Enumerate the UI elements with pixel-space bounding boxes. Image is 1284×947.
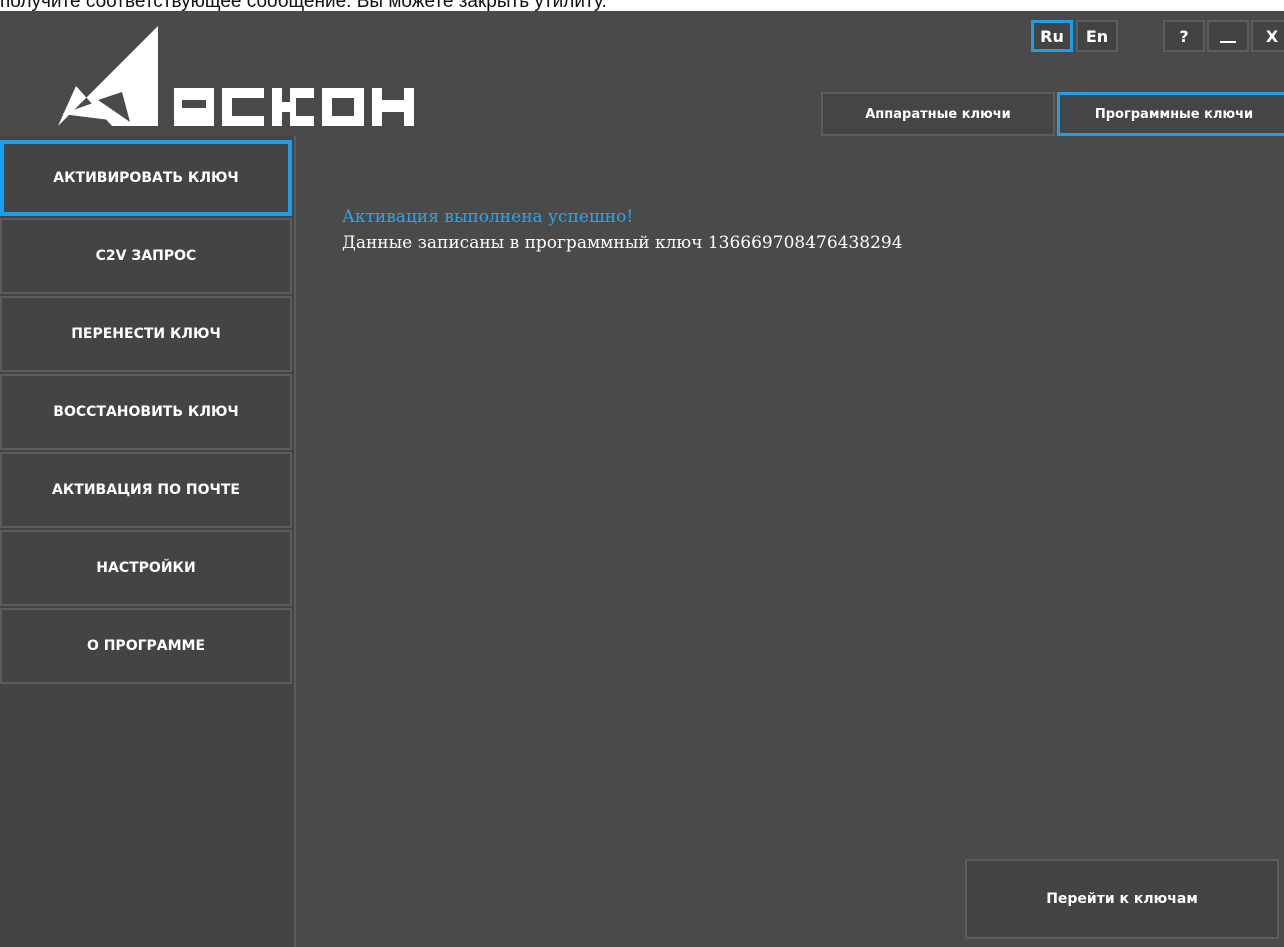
sidebar-item-restore-key[interactable]: ВОССТАНОВИТЬ КЛЮЧ [0, 374, 292, 450]
lang-en-button[interactable]: En [1076, 20, 1118, 52]
help-button[interactable]: ? [1163, 20, 1205, 52]
detail-message: Данные записаны в программный ключ 13666… [342, 233, 903, 253]
minimize-button[interactable] [1207, 20, 1249, 52]
main-content: Активация выполнена успешно! Данные запи… [296, 136, 1284, 947]
sidebar-item-mail-activation[interactable]: АКТИВАЦИЯ ПО ПОЧТЕ [0, 452, 292, 528]
sidebar-item-c2v-request[interactable]: C2V ЗАПРОС [0, 218, 292, 294]
app-window: Ru En ? X Аппаратные ключи Программные к… [0, 11, 1284, 947]
document-caption: получите соответствующее сообщение. Вы м… [0, 0, 607, 11]
sidebar-item-about[interactable]: О ПРОГРАММЕ [0, 608, 292, 684]
sidebar: АКТИВИРОВАТЬ КЛЮЧ C2V ЗАПРОС ПЕРЕНЕСТИ К… [0, 136, 296, 947]
go-to-keys-button[interactable]: Перейти к ключам [965, 859, 1279, 939]
askon-logo-icon [58, 26, 414, 126]
success-message: Активация выполнена успешно! [342, 207, 634, 227]
lang-ru-button[interactable]: Ru [1031, 20, 1073, 52]
tab-software-keys[interactable]: Программные ключи [1057, 92, 1284, 136]
sidebar-item-transfer-key[interactable]: ПЕРЕНЕСТИ КЛЮЧ [0, 296, 292, 372]
close-button[interactable]: X [1251, 20, 1284, 52]
sidebar-item-settings[interactable]: НАСТРОЙКИ [0, 530, 292, 606]
sidebar-item-activate-key[interactable]: АКТИВИРОВАТЬ КЛЮЧ [0, 140, 292, 216]
minimize-icon [1220, 41, 1236, 43]
tab-hardware-keys[interactable]: Аппаратные ключи [821, 92, 1055, 136]
